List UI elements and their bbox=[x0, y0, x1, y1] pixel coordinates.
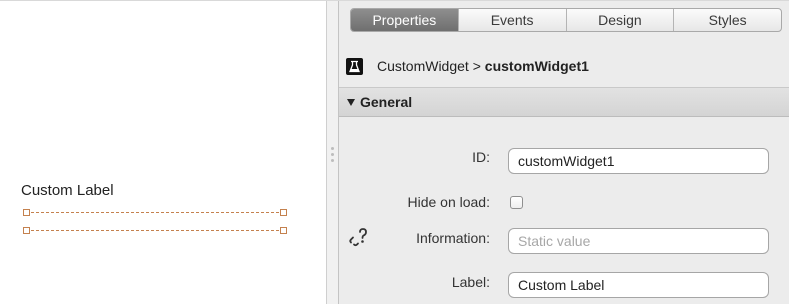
panel-tabs: Properties Events Design Styles bbox=[350, 8, 782, 32]
breadcrumb-parent[interactable]: CustomWidget bbox=[377, 58, 469, 74]
resize-handle-bottom-left[interactable] bbox=[23, 227, 30, 234]
breadcrumb: CustomWidget > customWidget1 bbox=[346, 56, 589, 76]
widget-label[interactable]: Custom Label bbox=[21, 182, 114, 199]
widget-selection-outline[interactable] bbox=[26, 212, 284, 231]
hide-on-load-checkbox[interactable] bbox=[510, 196, 523, 209]
section-general-header[interactable]: General bbox=[339, 87, 789, 117]
properties-panel: Properties Events Design Styles CustomWi… bbox=[339, 1, 789, 304]
splitter-grip-dot bbox=[331, 153, 334, 156]
label-field[interactable] bbox=[508, 272, 769, 298]
tab-design[interactable]: Design bbox=[567, 9, 675, 31]
tab-events[interactable]: Events bbox=[459, 9, 567, 31]
resize-handle-top-right[interactable] bbox=[280, 209, 287, 216]
resize-handle-top-left[interactable] bbox=[23, 209, 30, 216]
id-label: ID: bbox=[472, 149, 490, 165]
breadcrumb-current: customWidget1 bbox=[484, 58, 589, 74]
tab-properties[interactable]: Properties bbox=[351, 9, 459, 31]
information-label: Information: bbox=[416, 230, 490, 246]
breadcrumb-text: CustomWidget > customWidget1 bbox=[377, 58, 589, 74]
information-field[interactable] bbox=[508, 228, 769, 254]
design-canvas[interactable]: Custom Label bbox=[0, 1, 326, 304]
hide-on-load-label: Hide on load: bbox=[407, 194, 490, 210]
unlink-icon[interactable] bbox=[348, 227, 370, 247]
label-label: Label: bbox=[451, 274, 490, 290]
panel-splitter[interactable] bbox=[326, 1, 339, 304]
splitter-grip-dot bbox=[331, 159, 334, 162]
tab-styles[interactable]: Styles bbox=[674, 9, 781, 31]
resize-handle-bottom-right[interactable] bbox=[280, 227, 287, 234]
flask-icon bbox=[346, 57, 363, 75]
breadcrumb-separator: > bbox=[472, 58, 481, 74]
id-field[interactable] bbox=[508, 148, 769, 174]
section-title: General bbox=[360, 94, 413, 110]
splitter-grip-dot bbox=[331, 147, 334, 150]
expand-triangle-icon bbox=[347, 98, 355, 106]
